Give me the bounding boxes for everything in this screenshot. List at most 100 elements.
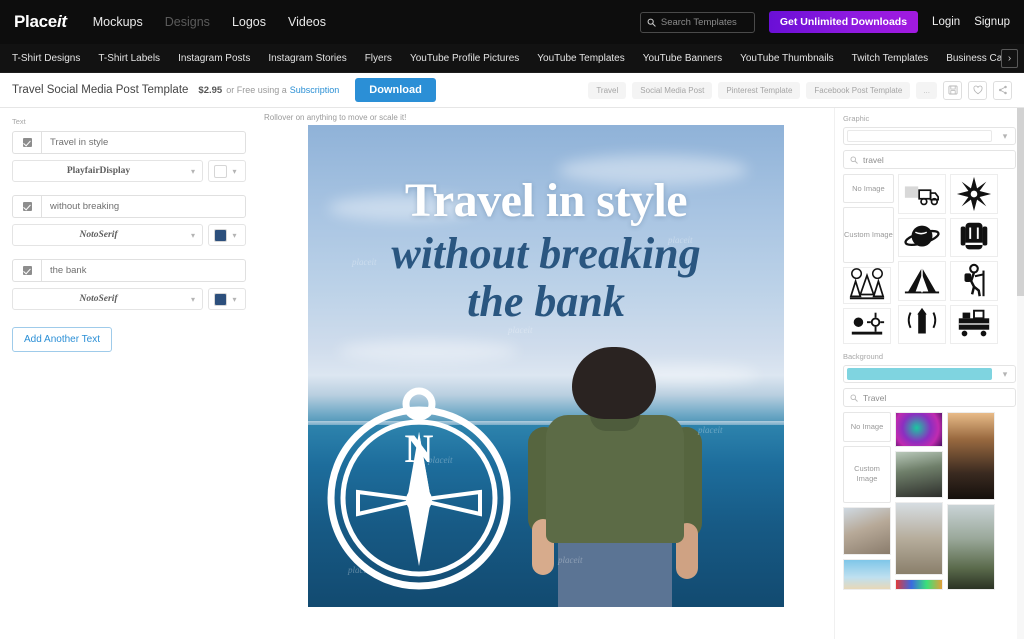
canvas-headline-text[interactable]: Travel in style [308,177,784,225]
background-tile-beach[interactable] [843,558,891,590]
text-layer-row-3 [12,259,246,282]
placeit-logo[interactable]: Placeit [14,12,67,32]
tag-more-button[interactable]: ... [916,81,937,99]
signup-link[interactable]: Signup [974,16,1010,28]
login-link[interactable]: Login [932,16,960,28]
category-nav-bar: T-Shirt Designs T-Shirt Labels Instagram… [0,44,1024,73]
editor-workspace: Text PlayfairDisplay ▾ ▾ [0,108,1024,639]
nav-link-logos[interactable]: Logos [232,15,266,29]
text-layer-checkbox-1[interactable] [12,131,41,154]
category-youtube-thumbnails[interactable]: YouTube Thumbnails [740,53,834,64]
chevron-down-icon: ▾ [1002,368,1008,379]
category-youtube-banners[interactable]: YouTube Banners [643,53,722,64]
text-input-3[interactable] [41,259,246,282]
tent-icon [904,267,939,294]
background-column-right [947,412,995,590]
canvas-hint-text: Rollover on anything to move or scale it… [264,113,407,122]
font-name-1: PlayfairDisplay [66,166,131,176]
page-scrollbar-thumb[interactable] [1017,108,1024,296]
chevron-down-icon: ▾ [232,294,237,304]
category-instagram-stories[interactable]: Instagram Stories [268,53,346,64]
graphic-no-image-option[interactable]: No Image [843,174,894,203]
background-tile-collage[interactable] [895,579,943,590]
graphic-tile-forest-trees[interactable] [843,267,891,304]
tag-travel[interactable]: Travel [588,81,627,99]
category-next-arrow-button[interactable]: › [1001,49,1018,68]
background-custom-image-option[interactable]: Custom Image [843,445,891,503]
background-tile-neon-spiral[interactable] [895,412,943,447]
color-swatch-3 [214,292,227,306]
share-icon [998,85,1007,95]
color-select-3[interactable]: ▾ [208,288,246,310]
download-button[interactable]: Download [355,78,436,102]
background-search-input[interactable]: Travel [843,388,1016,407]
graphic-tile-tent[interactable] [897,261,946,301]
background-tile-backpacker-field[interactable] [947,503,995,590]
graphic-tile-compass-rose[interactable] [949,174,998,214]
graphic-tile-hiker[interactable] [949,261,998,301]
tag-facebook-post-template[interactable]: Facebook Post Template [806,81,911,99]
graphic-tile-fireworks[interactable] [843,307,891,344]
search-templates-input[interactable]: Search Templates [639,11,755,33]
font-select-1[interactable]: PlayfairDisplay ▾ [12,160,203,182]
background-color-select[interactable]: ▾ [843,365,1016,383]
compass-icon[interactable]: N [314,380,524,592]
background-search-value: Travel [863,392,887,403]
nav-link-designs[interactable]: Designs [165,15,210,29]
design-canvas[interactable]: Travel in style without breaking the ban… [308,125,784,607]
nav-link-videos[interactable]: Videos [288,15,326,29]
text-controls-panel: Text PlayfairDisplay ▾ ▾ [0,108,258,639]
canvas-subline-2-text[interactable]: the bank [308,280,784,324]
template-price: $2.95 [198,84,223,96]
subscription-link[interactable]: Subscription [290,85,340,95]
page-scrollbar[interactable] [1017,108,1024,639]
background-tile-eiffel-tower[interactable] [895,501,943,576]
color-swatch-2 [214,228,227,242]
graphic-tile-globe-orbit[interactable] [897,217,946,257]
text-input-2[interactable] [41,195,246,218]
category-youtube-profile-pictures[interactable]: YouTube Profile Pictures [410,53,519,64]
graphic-section: Graphic ▾ travel No Image Custom Image [843,114,1016,344]
category-flyers[interactable]: Flyers [365,53,392,64]
text-layer-group-2: NotoSerif ▾ ▾ [12,195,246,246]
font-select-3[interactable]: NotoSerif ▾ [12,288,203,310]
share-button[interactable] [993,80,1012,100]
background-tile-list[interactable]: No Image Custom Image [843,412,1016,590]
graphic-tile-moving-truck[interactable] [897,174,946,214]
primary-nav-links: Mockups Designs Logos Videos [93,15,326,29]
lighthouse-icon [907,308,937,334]
category-instagram-posts[interactable]: Instagram Posts [178,53,250,64]
add-another-text-button[interactable]: Add Another Text [12,327,112,352]
text-layer-checkbox-2[interactable] [12,195,41,218]
favorite-button[interactable] [968,80,987,100]
tag-social-media-post[interactable]: Social Media Post [632,81,713,99]
moving-truck-icon [904,186,939,206]
text-input-1[interactable] [41,131,246,154]
graphic-tile-backpack[interactable] [949,217,998,257]
save-button[interactable] [943,80,962,100]
person-photo-subject [516,347,712,607]
color-select-2[interactable]: ▾ [208,224,246,246]
graphic-search-input[interactable]: travel [843,150,1016,169]
category-t-shirt-designs[interactable]: T-Shirt Designs [12,53,80,64]
graphic-color-select[interactable]: ▾ [843,127,1016,145]
background-tile-woman-balcony[interactable] [895,450,943,498]
color-select-1[interactable]: ▾ [208,160,246,182]
graphic-tile-luggage-cart[interactable] [949,304,998,344]
graphic-custom-image-option[interactable]: Custom Image [843,207,894,263]
background-no-image-option[interactable]: No Image [843,412,891,442]
background-tile-paris-rooftops[interactable] [843,506,891,555]
category-t-shirt-labels[interactable]: T-Shirt Labels [98,53,160,64]
get-unlimited-downloads-button[interactable]: Get Unlimited Downloads [768,11,919,33]
graphic-tile-list[interactable]: No Image Custom Image [843,174,1016,344]
background-tile-silhouette-sunset[interactable] [947,412,995,500]
category-youtube-templates[interactable]: YouTube Templates [537,53,624,64]
canvas-subline-1-text[interactable]: without breaking [308,232,784,276]
background-section-label: Background [843,352,884,361]
font-select-2[interactable]: NotoSerif ▾ [12,224,203,246]
graphic-tile-lighthouse[interactable] [897,304,946,344]
category-twitch-templates[interactable]: Twitch Templates [852,53,929,64]
nav-link-mockups[interactable]: Mockups [93,15,143,29]
text-layer-checkbox-3[interactable] [12,259,41,282]
tag-pinterest-template[interactable]: Pinterest Template [718,81,801,99]
